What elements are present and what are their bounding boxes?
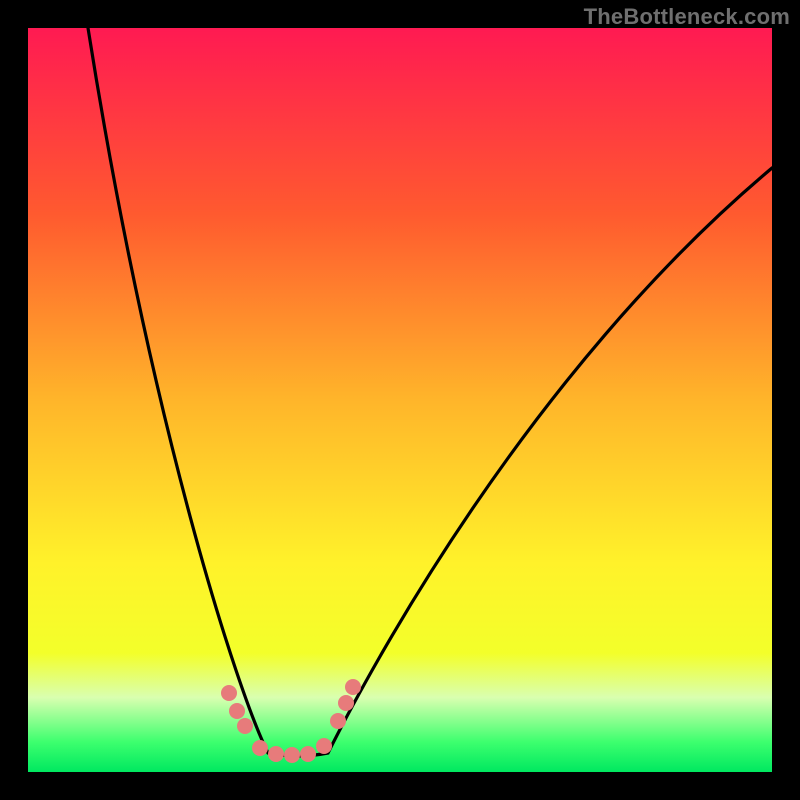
marker-dot	[237, 718, 253, 734]
marker-dot	[338, 695, 354, 711]
watermark-text: TheBottleneck.com	[584, 4, 790, 30]
marker-dot	[229, 703, 245, 719]
plot-area	[28, 28, 772, 772]
chart-svg	[28, 28, 772, 772]
marker-dot	[300, 746, 316, 762]
outer-frame: TheBottleneck.com	[0, 0, 800, 800]
marker-dot	[284, 747, 300, 763]
gradient-background	[28, 28, 772, 772]
marker-dot	[345, 679, 361, 695]
marker-dot	[252, 740, 268, 756]
marker-dot	[268, 746, 284, 762]
marker-dot	[316, 738, 332, 754]
marker-dot	[221, 685, 237, 701]
marker-dot	[330, 713, 346, 729]
